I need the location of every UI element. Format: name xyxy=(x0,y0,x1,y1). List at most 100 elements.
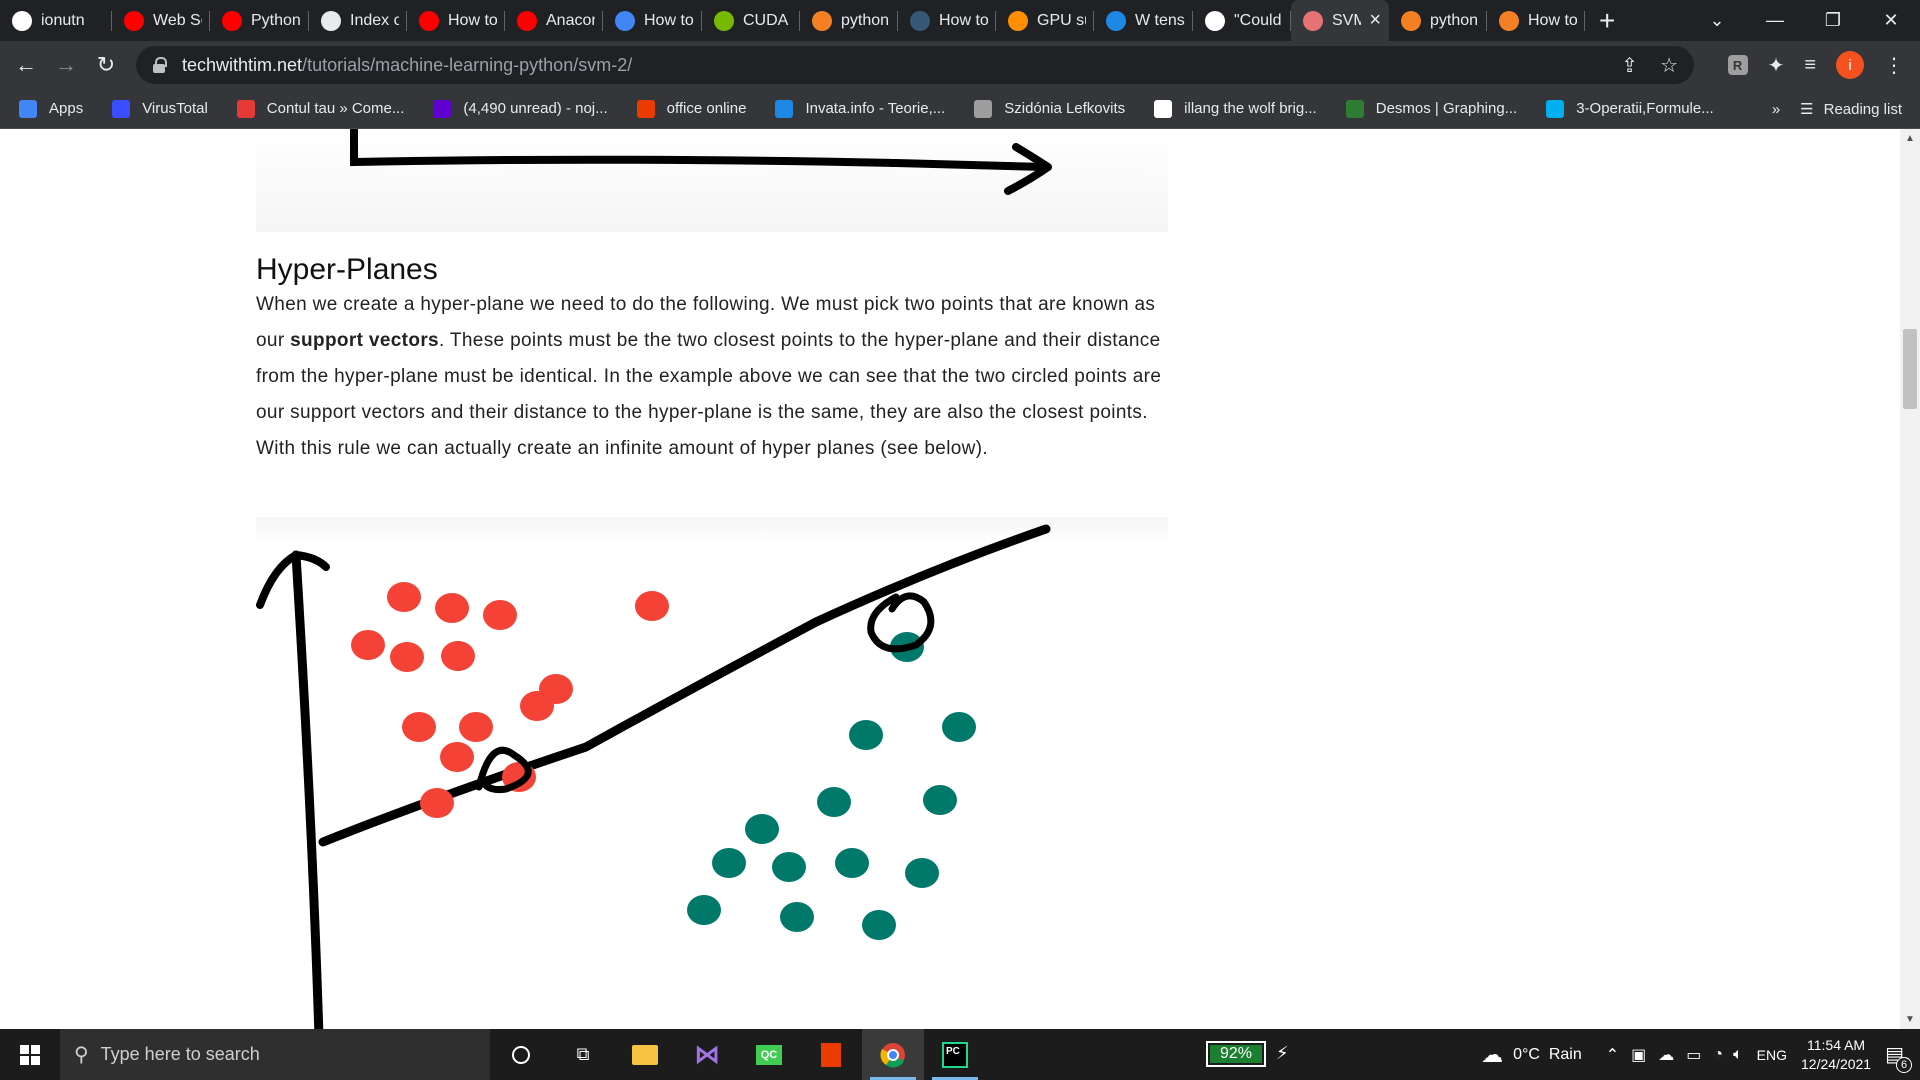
browser-tab[interactable]: ionutn xyxy=(0,0,112,41)
bookmark-item[interactable]: illang the wolf brig... xyxy=(1135,99,1327,118)
tab-label: How to xyxy=(644,11,694,29)
bookmark-item[interactable]: Apps xyxy=(0,99,93,118)
window-controls: ⌄ — ❐ ✕ xyxy=(1688,0,1920,41)
page-scrollbar[interactable]: ▲ ▼ xyxy=(1900,129,1920,1029)
youtube-icon xyxy=(517,10,537,31)
back-icon[interactable]: ← xyxy=(6,45,46,85)
tab-search-icon[interactable]: ⌄ xyxy=(1688,10,1746,31)
address-bar[interactable]: techwithtim.net/tutorials/machine-learni… xyxy=(136,46,1694,84)
browser-tab[interactable]: Index o xyxy=(309,0,407,41)
file-explorer-icon[interactable] xyxy=(614,1029,676,1080)
start-button[interactable] xyxy=(0,1029,60,1080)
close-window-icon[interactable]: ✕ xyxy=(1862,10,1920,31)
tab-label: Web Sc xyxy=(153,11,202,29)
emag-icon xyxy=(236,99,255,118)
notification-center-icon[interactable]: ▤ 6 xyxy=(1885,1042,1912,1073)
profile-avatar[interactable]: i xyxy=(1836,51,1864,79)
reading-list-button[interactable]: ☰ Reading list xyxy=(1800,100,1902,119)
red-point xyxy=(351,630,385,660)
browser-tab[interactable]: python xyxy=(1389,0,1487,41)
volume-icon[interactable]: 🔈︎ xyxy=(1733,1046,1743,1064)
hyperplane-figure xyxy=(256,517,1168,1029)
bookmark-star-icon[interactable]: ☆ xyxy=(1660,53,1678,78)
meet-now-icon[interactable]: ▣ xyxy=(1631,1045,1646,1065)
weather-text[interactable]: 0°C Rain xyxy=(1513,1046,1582,1064)
browser-tab[interactable]: How to xyxy=(407,0,505,41)
menu-kebab-icon[interactable]: ⋮ xyxy=(1884,53,1904,78)
qt-creator-icon[interactable]: QC xyxy=(738,1029,800,1080)
web-page: Hyper-Planes When we create a hyper-plan… xyxy=(0,129,1900,1029)
onedrive-icon[interactable]: ☁ xyxy=(1658,1045,1674,1065)
green-point xyxy=(849,720,883,750)
browser-tab[interactable]: Python xyxy=(210,0,309,41)
show-hidden-icons-icon[interactable]: ⌃ xyxy=(1606,1045,1619,1065)
bookmark-item[interactable]: Desmos | Graphing... xyxy=(1327,99,1527,118)
youtube-icon xyxy=(124,10,144,31)
url-text[interactable]: techwithtim.net/tutorials/machine-learni… xyxy=(182,55,632,76)
green-point xyxy=(712,848,746,878)
reload-icon[interactable]: ↻ xyxy=(86,45,126,85)
bookmark-item[interactable]: (4,490 unread) - noj... xyxy=(414,99,617,118)
browser-tab[interactable]: How to xyxy=(603,0,702,41)
restore-icon[interactable]: ❐ xyxy=(1804,10,1862,31)
clock[interactable]: 11:54 AM 12/24/2021 xyxy=(1801,1036,1871,1074)
tab-label: "Could xyxy=(1234,11,1282,29)
tab-label: How to xyxy=(448,11,497,29)
browser-tab[interactable]: "Could xyxy=(1193,0,1291,41)
taskbar-search-box[interactable]: ⚲ Type here to search xyxy=(60,1029,490,1080)
scroll-thumb[interactable] xyxy=(1903,329,1917,409)
bookmark-item[interactable]: office online xyxy=(618,99,757,118)
cortana-icon[interactable] xyxy=(490,1029,552,1080)
browser-tab[interactable]: W tens xyxy=(1094,0,1193,41)
green-point xyxy=(780,902,814,932)
tab-label: Index o xyxy=(350,11,399,29)
lock-icon[interactable] xyxy=(152,57,167,73)
globe-icon xyxy=(321,10,341,31)
weather-icon[interactable]: ☁ xyxy=(1481,1042,1503,1068)
bookmark-item[interactable]: Szidónia Lefkovits xyxy=(955,99,1135,118)
media-control-icon[interactable]: ≡ xyxy=(1804,54,1816,77)
bookmark-item[interactable]: VirusTotal xyxy=(93,99,218,118)
browser-tab[interactable]: Anacon xyxy=(505,0,603,41)
browser-tab[interactable]: python xyxy=(800,0,898,41)
share-icon[interactable]: ⇪ xyxy=(1621,53,1638,78)
minimize-icon[interactable]: — xyxy=(1746,10,1804,31)
windows-logo-icon xyxy=(20,1044,40,1065)
forward-icon[interactable]: → xyxy=(46,45,86,85)
office-icon[interactable] xyxy=(800,1029,862,1080)
red-point xyxy=(435,593,469,623)
virustotal-icon xyxy=(112,99,131,118)
browser-tab[interactable]: GPU su xyxy=(996,0,1094,41)
chrome-icon[interactable] xyxy=(862,1029,924,1080)
browser-tab[interactable]: CUDA T xyxy=(702,0,800,41)
green-point xyxy=(923,785,957,815)
support-vectors-term: support vectors xyxy=(290,330,439,351)
tab-label: How to xyxy=(1528,11,1577,29)
bookmark-item[interactable]: Contul tau » Come... xyxy=(218,99,415,118)
browser-tab[interactable]: How to xyxy=(1487,0,1585,41)
visual-studio-icon[interactable]: ⋈ xyxy=(676,1029,738,1080)
browser-tab[interactable]: Web Sc xyxy=(112,0,210,41)
close-tab-icon[interactable]: × xyxy=(1369,9,1381,32)
bookmark-item[interactable]: 3-Operatii,Formule... xyxy=(1527,99,1724,118)
scroll-down-icon[interactable]: ▼ xyxy=(1905,1014,1915,1025)
bookmarks-bar: Apps VirusTotal Contul tau » Come... (4,490… xyxy=(0,89,1920,129)
tds-icon xyxy=(910,10,930,31)
battery-indicator[interactable]: 92% xyxy=(1206,1041,1266,1067)
browser-tab[interactable]: SVM × xyxy=(1291,0,1389,41)
new-tab-button[interactable]: + xyxy=(1599,5,1615,37)
language-indicator[interactable]: ENG xyxy=(1757,1047,1787,1063)
bookmark-item[interactable]: Invata.info - Teorie,... xyxy=(756,99,955,118)
extensions-puzzle-icon[interactable]: ✦ xyxy=(1768,53,1785,78)
task-view-icon[interactable]: ⧉ xyxy=(552,1029,614,1080)
bookmarks-overflow-icon[interactable]: » xyxy=(1772,101,1780,118)
bookmark-label: Apps xyxy=(49,100,84,117)
extension-r-icon[interactable]: R xyxy=(1727,55,1748,75)
scroll-up-icon[interactable]: ▲ xyxy=(1905,133,1915,144)
nvidia-icon xyxy=(714,10,734,31)
tab-strip: ionutn Web Sc Python Index o How to Anacon How… xyxy=(0,0,1920,41)
wifi-icon[interactable]: ◔ xyxy=(1713,1046,1723,1064)
pycharm-icon[interactable]: PC xyxy=(924,1029,986,1080)
battery-tray-icon[interactable]: ▭ xyxy=(1686,1045,1701,1065)
browser-tab[interactable]: How to xyxy=(898,0,996,41)
